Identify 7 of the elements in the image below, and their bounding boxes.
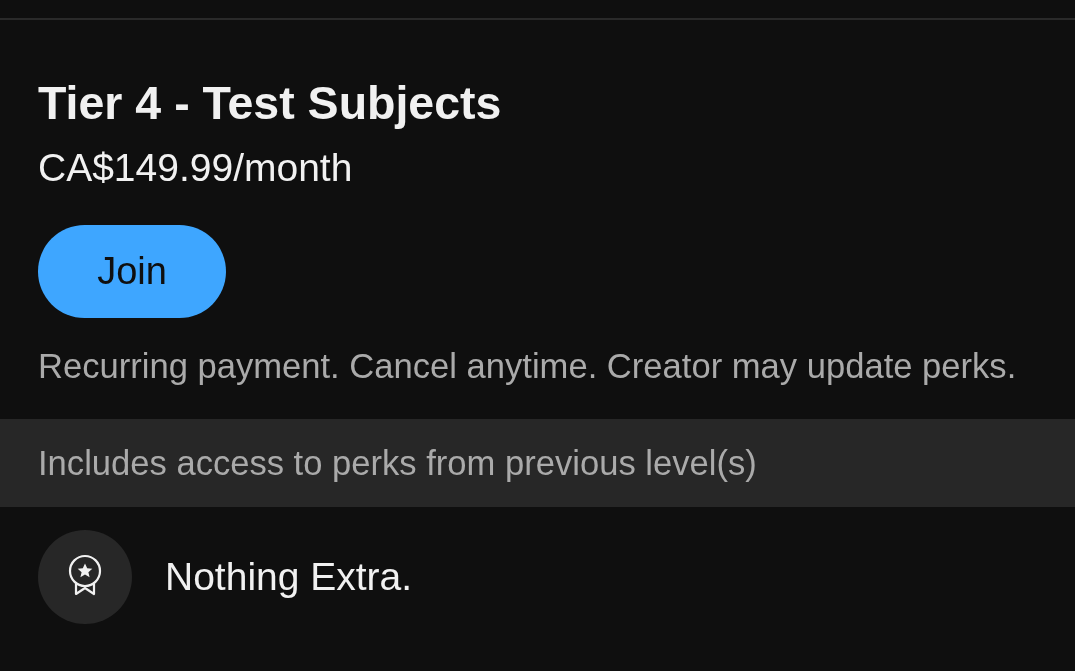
tier-price: CA$149.99/month	[38, 146, 353, 190]
perk-label: Nothing Extra.	[165, 555, 413, 599]
payment-notice: Recurring payment. Cancel anytime. Creator may update perks.	[38, 346, 1017, 386]
includes-perks-banner-text: Includes access to perks from previous level(s)	[38, 443, 757, 483]
award-icon	[38, 530, 132, 624]
tier-title: Tier 4 - Test Subjects	[38, 78, 502, 128]
join-button[interactable]: Join	[38, 225, 226, 318]
